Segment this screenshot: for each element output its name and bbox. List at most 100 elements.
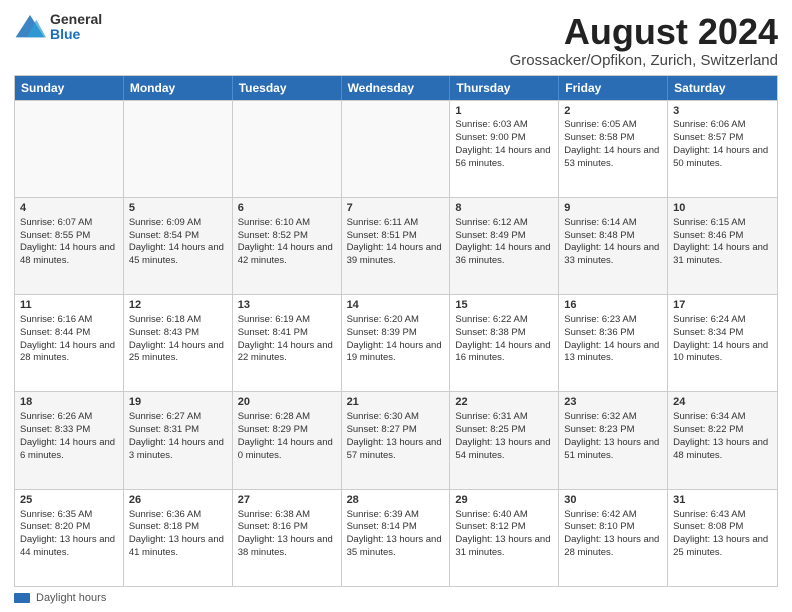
cal-cell: 10Sunrise: 6:15 AMSunset: 8:46 PMDayligh…: [668, 198, 777, 294]
cal-header-day: Thursday: [450, 76, 559, 100]
cal-cell: 6Sunrise: 6:10 AMSunset: 8:52 PMDaylight…: [233, 198, 342, 294]
page: General Blue August 2024 Grossacker/Opfi…: [0, 0, 792, 612]
day-number: 16: [564, 298, 662, 313]
day-number: 4: [20, 201, 118, 216]
day-info: Sunrise: 6:32 AMSunset: 8:23 PMDaylight:…: [564, 411, 662, 462]
title-block: August 2024 Grossacker/Opfikon, Zurich, …: [510, 12, 778, 69]
day-info: Sunrise: 6:15 AMSunset: 8:46 PMDaylight:…: [673, 217, 772, 268]
cal-header-day: Sunday: [15, 76, 124, 100]
day-number: 15: [455, 298, 553, 313]
cal-cell: 9Sunrise: 6:14 AMSunset: 8:48 PMDaylight…: [559, 198, 668, 294]
cal-cell: 28Sunrise: 6:39 AMSunset: 8:14 PMDayligh…: [342, 490, 451, 586]
day-info: Sunrise: 6:05 AMSunset: 8:58 PMDaylight:…: [564, 119, 662, 170]
day-info: Sunrise: 6:12 AMSunset: 8:49 PMDaylight:…: [455, 217, 553, 268]
day-number: 29: [455, 493, 553, 508]
cal-row: 1Sunrise: 6:03 AMSunset: 9:00 PMDaylight…: [15, 100, 777, 197]
day-info: Sunrise: 6:23 AMSunset: 8:36 PMDaylight:…: [564, 314, 662, 365]
cal-cell: 30Sunrise: 6:42 AMSunset: 8:10 PMDayligh…: [559, 490, 668, 586]
cal-cell: 11Sunrise: 6:16 AMSunset: 8:44 PMDayligh…: [15, 295, 124, 391]
cal-cell: 5Sunrise: 6:09 AMSunset: 8:54 PMDaylight…: [124, 198, 233, 294]
day-number: 3: [673, 104, 772, 119]
day-number: 23: [564, 395, 662, 410]
day-number: 28: [347, 493, 445, 508]
cal-cell: 4Sunrise: 6:07 AMSunset: 8:55 PMDaylight…: [15, 198, 124, 294]
day-info: Sunrise: 6:03 AMSunset: 9:00 PMDaylight:…: [455, 119, 553, 170]
logo: General Blue: [14, 12, 102, 43]
cal-cell: 24Sunrise: 6:34 AMSunset: 8:22 PMDayligh…: [668, 392, 777, 488]
day-number: 26: [129, 493, 227, 508]
day-number: 12: [129, 298, 227, 313]
day-number: 20: [238, 395, 336, 410]
day-info: Sunrise: 6:18 AMSunset: 8:43 PMDaylight:…: [129, 314, 227, 365]
cal-cell: 31Sunrise: 6:43 AMSunset: 8:08 PMDayligh…: [668, 490, 777, 586]
cal-cell: [233, 101, 342, 197]
day-info: Sunrise: 6:42 AMSunset: 8:10 PMDaylight:…: [564, 509, 662, 560]
cal-cell: 14Sunrise: 6:20 AMSunset: 8:39 PMDayligh…: [342, 295, 451, 391]
day-info: Sunrise: 6:07 AMSunset: 8:55 PMDaylight:…: [20, 217, 118, 268]
cal-row: 25Sunrise: 6:35 AMSunset: 8:20 PMDayligh…: [15, 489, 777, 586]
main-title: August 2024: [510, 12, 778, 52]
logo-text: General Blue: [50, 12, 102, 43]
logo-blue-text: Blue: [50, 27, 102, 42]
footer: Daylight hours: [14, 592, 778, 604]
day-info: Sunrise: 6:39 AMSunset: 8:14 PMDaylight:…: [347, 509, 445, 560]
day-info: Sunrise: 6:14 AMSunset: 8:48 PMDaylight:…: [564, 217, 662, 268]
day-number: 6: [238, 201, 336, 216]
cal-header-day: Monday: [124, 76, 233, 100]
cal-cell: 21Sunrise: 6:30 AMSunset: 8:27 PMDayligh…: [342, 392, 451, 488]
day-info: Sunrise: 6:22 AMSunset: 8:38 PMDaylight:…: [455, 314, 553, 365]
day-info: Sunrise: 6:26 AMSunset: 8:33 PMDaylight:…: [20, 411, 118, 462]
cal-cell: 13Sunrise: 6:19 AMSunset: 8:41 PMDayligh…: [233, 295, 342, 391]
cal-header-day: Tuesday: [233, 76, 342, 100]
cal-cell: 20Sunrise: 6:28 AMSunset: 8:29 PMDayligh…: [233, 392, 342, 488]
day-number: 21: [347, 395, 445, 410]
day-number: 9: [564, 201, 662, 216]
day-number: 1: [455, 104, 553, 119]
subtitle: Grossacker/Opfikon, Zurich, Switzerland: [510, 52, 778, 69]
day-info: Sunrise: 6:06 AMSunset: 8:57 PMDaylight:…: [673, 119, 772, 170]
day-info: Sunrise: 6:38 AMSunset: 8:16 PMDaylight:…: [238, 509, 336, 560]
cal-cell: 8Sunrise: 6:12 AMSunset: 8:49 PMDaylight…: [450, 198, 559, 294]
cal-cell: 25Sunrise: 6:35 AMSunset: 8:20 PMDayligh…: [15, 490, 124, 586]
day-number: 17: [673, 298, 772, 313]
day-info: Sunrise: 6:27 AMSunset: 8:31 PMDaylight:…: [129, 411, 227, 462]
cal-cell: [15, 101, 124, 197]
day-info: Sunrise: 6:34 AMSunset: 8:22 PMDaylight:…: [673, 411, 772, 462]
cal-cell: 22Sunrise: 6:31 AMSunset: 8:25 PMDayligh…: [450, 392, 559, 488]
cal-row: 4Sunrise: 6:07 AMSunset: 8:55 PMDaylight…: [15, 197, 777, 294]
day-number: 7: [347, 201, 445, 216]
day-number: 18: [20, 395, 118, 410]
day-info: Sunrise: 6:11 AMSunset: 8:51 PMDaylight:…: [347, 217, 445, 268]
cal-cell: 23Sunrise: 6:32 AMSunset: 8:23 PMDayligh…: [559, 392, 668, 488]
cal-cell: 17Sunrise: 6:24 AMSunset: 8:34 PMDayligh…: [668, 295, 777, 391]
calendar: SundayMondayTuesdayWednesdayThursdayFrid…: [14, 75, 778, 587]
day-number: 2: [564, 104, 662, 119]
day-number: 13: [238, 298, 336, 313]
day-number: 11: [20, 298, 118, 313]
day-number: 10: [673, 201, 772, 216]
legend-label: Daylight hours: [36, 592, 106, 604]
cal-row: 11Sunrise: 6:16 AMSunset: 8:44 PMDayligh…: [15, 294, 777, 391]
day-info: Sunrise: 6:20 AMSunset: 8:39 PMDaylight:…: [347, 314, 445, 365]
cal-cell: 15Sunrise: 6:22 AMSunset: 8:38 PMDayligh…: [450, 295, 559, 391]
cal-cell: 2Sunrise: 6:05 AMSunset: 8:58 PMDaylight…: [559, 101, 668, 197]
day-info: Sunrise: 6:19 AMSunset: 8:41 PMDaylight:…: [238, 314, 336, 365]
cal-header-day: Friday: [559, 76, 668, 100]
day-number: 8: [455, 201, 553, 216]
logo-icon: [14, 13, 46, 41]
day-number: 31: [673, 493, 772, 508]
header: General Blue August 2024 Grossacker/Opfi…: [14, 12, 778, 69]
day-number: 22: [455, 395, 553, 410]
calendar-header: SundayMondayTuesdayWednesdayThursdayFrid…: [15, 76, 777, 100]
cal-cell: 19Sunrise: 6:27 AMSunset: 8:31 PMDayligh…: [124, 392, 233, 488]
cal-cell: 18Sunrise: 6:26 AMSunset: 8:33 PMDayligh…: [15, 392, 124, 488]
legend-box: [14, 593, 30, 603]
day-info: Sunrise: 6:36 AMSunset: 8:18 PMDaylight:…: [129, 509, 227, 560]
day-number: 19: [129, 395, 227, 410]
day-info: Sunrise: 6:28 AMSunset: 8:29 PMDaylight:…: [238, 411, 336, 462]
day-info: Sunrise: 6:31 AMSunset: 8:25 PMDaylight:…: [455, 411, 553, 462]
cal-cell: 1Sunrise: 6:03 AMSunset: 9:00 PMDaylight…: [450, 101, 559, 197]
cal-cell: 3Sunrise: 6:06 AMSunset: 8:57 PMDaylight…: [668, 101, 777, 197]
cal-cell: [124, 101, 233, 197]
day-info: Sunrise: 6:10 AMSunset: 8:52 PMDaylight:…: [238, 217, 336, 268]
